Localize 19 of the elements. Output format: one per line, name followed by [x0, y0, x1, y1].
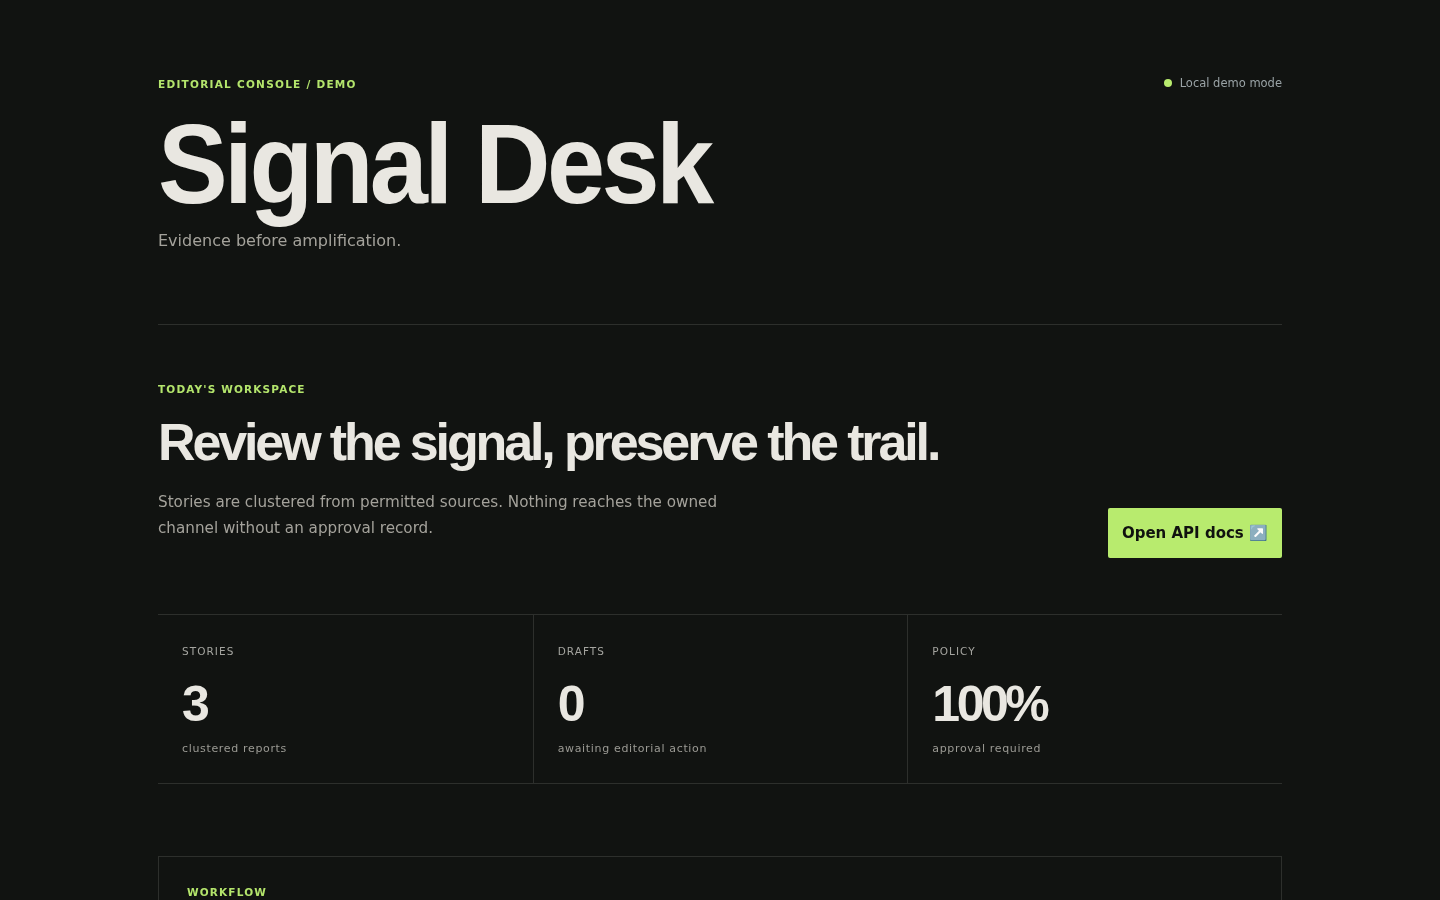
- app-title: Signal Desk: [158, 100, 711, 228]
- status-dot-icon: [1163, 79, 1172, 87]
- eyebrow-label: TODAY'S WORKSPACE: [158, 381, 307, 396]
- stat-caption: clustered reports: [182, 740, 288, 757]
- stat-caption: awaiting editorial action: [557, 740, 709, 757]
- eyebrow-label: WORKFLOW: [187, 884, 268, 899]
- section-description: Stories are clustered from permitted sources. Nothing reaches the owned channel without an approval record.: [158, 491, 719, 539]
- eyebrow-label: EDITORIAL CONSOLE / DEMO: [158, 77, 357, 91]
- stat-label: DRAFTS: [557, 643, 607, 659]
- stat-caption: approval required: [932, 740, 1043, 757]
- stat-label: POLICY: [932, 643, 977, 659]
- section-heading: Review the signal, preserve the trail.: [158, 413, 940, 473]
- stat-label: STORIES: [182, 643, 236, 659]
- tagline: Evidence before amplification.: [158, 229, 403, 252]
- stat-value: 0: [557, 678, 584, 729]
- status-label: Local demo mode: [1179, 75, 1282, 91]
- stat-value: 100%: [932, 678, 1048, 729]
- api-docs-button[interactable]: Open API docs ↗: [1107, 507, 1282, 558]
- stat-value: 3: [182, 678, 208, 729]
